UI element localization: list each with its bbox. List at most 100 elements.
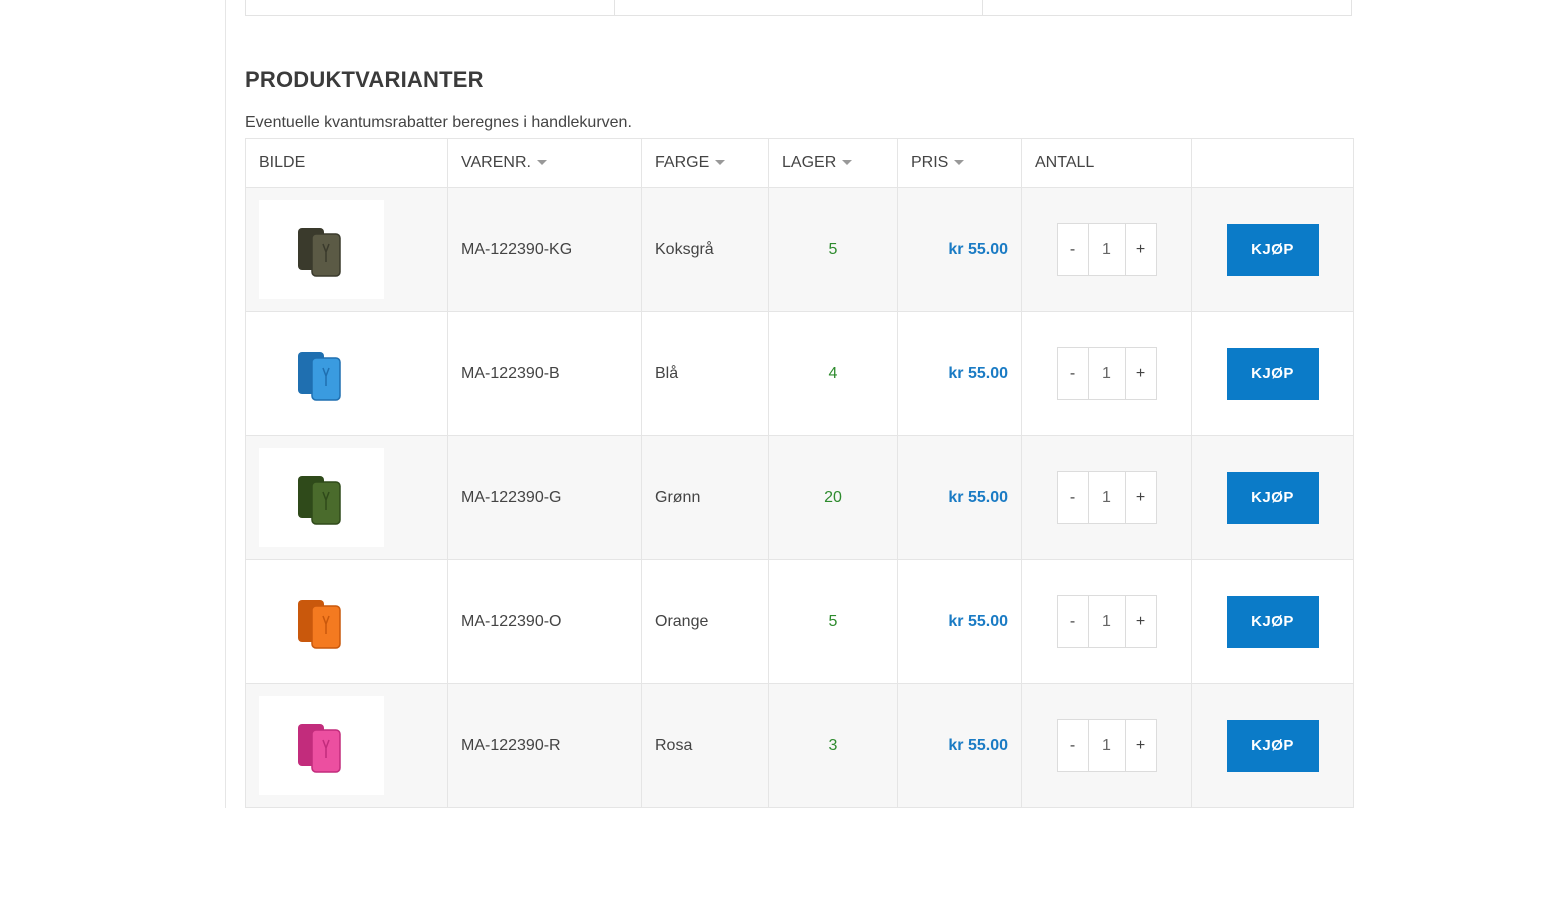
header-price[interactable]: PRIS: [897, 138, 1022, 188]
variant-rows: MA-122390-KGKoksgrå5kr 55.00-+KJØPMA-122…: [245, 187, 1354, 808]
header-quantity-label: ANTALL: [1035, 154, 1095, 171]
quantity-stepper: -+: [1056, 595, 1157, 648]
table-row: MA-122390-GGrønn20kr 55.00-+KJØP: [245, 435, 1354, 560]
quantity-stepper: -+: [1056, 347, 1157, 400]
price-cell: kr 55.00: [897, 311, 1022, 436]
stock-cell: 20: [768, 435, 898, 560]
quantity-stepper: -+: [1056, 471, 1157, 524]
increase-quantity-button[interactable]: +: [1126, 472, 1156, 523]
sku-cell: MA-122390-R: [447, 683, 642, 808]
buy-button[interactable]: KJØP: [1226, 223, 1319, 276]
decrease-quantity-button[interactable]: -: [1058, 224, 1088, 275]
product-image[interactable]: [259, 696, 384, 795]
discount-note: Eventuelle kvantumsrabatter beregnes i h…: [245, 114, 632, 131]
stock-cell: 5: [768, 187, 898, 312]
header-sku-label[interactable]: VARENR.: [461, 154, 531, 171]
quantity-input[interactable]: [1087, 348, 1126, 399]
decrease-quantity-button[interactable]: -: [1058, 596, 1088, 647]
stock-cell: 5: [768, 559, 898, 684]
previous-table-cell: [983, 0, 1351, 15]
product-image-cell: [245, 435, 448, 560]
quantity-cell: -+: [1021, 435, 1192, 560]
quantity-input[interactable]: [1087, 224, 1126, 275]
product-image[interactable]: [259, 324, 384, 423]
header-stock[interactable]: LAGER: [768, 138, 898, 188]
sku-cell: MA-122390-O: [447, 559, 642, 684]
quantity-cell: -+: [1021, 683, 1192, 808]
stock-cell: 3: [768, 683, 898, 808]
quantity-input[interactable]: [1087, 472, 1126, 523]
sku-cell: MA-122390-KG: [447, 187, 642, 312]
quantity-input[interactable]: [1087, 596, 1126, 647]
card-holder-icon: [297, 351, 341, 401]
table-row: MA-122390-BBlå4kr 55.00-+KJØP: [245, 311, 1354, 436]
increase-quantity-button[interactable]: +: [1126, 596, 1156, 647]
action-cell: KJØP: [1191, 683, 1354, 808]
price-cell: kr 55.00: [897, 435, 1022, 560]
card-holder-icon: [297, 599, 341, 649]
quantity-stepper: -+: [1056, 719, 1157, 772]
product-image-cell: [245, 683, 448, 808]
header-price-label[interactable]: PRIS: [911, 154, 948, 171]
card-holder-icon: [297, 227, 341, 277]
quantity-stepper: -+: [1056, 223, 1157, 276]
sort-caret-icon[interactable]: [715, 160, 726, 166]
page: PRODUKTVARIANTER Eventuelle kvantumsraba…: [0, 0, 1553, 898]
sort-caret-icon[interactable]: [536, 160, 547, 166]
content-left-border: [225, 0, 226, 808]
header-color-label[interactable]: FARGE: [655, 154, 709, 171]
header-stock-label[interactable]: LAGER: [782, 154, 836, 171]
buy-button[interactable]: KJØP: [1226, 595, 1319, 648]
table-row: MA-122390-RRosa3kr 55.00-+KJØP: [245, 683, 1354, 808]
increase-quantity-button[interactable]: +: [1126, 720, 1156, 771]
color-cell: Blå: [641, 311, 769, 436]
header-image: BILDE: [245, 138, 448, 188]
decrease-quantity-button[interactable]: -: [1058, 472, 1088, 523]
action-cell: KJØP: [1191, 435, 1354, 560]
price-cell: kr 55.00: [897, 187, 1022, 312]
quantity-cell: -+: [1021, 559, 1192, 684]
color-cell: Rosa: [641, 683, 769, 808]
decrease-quantity-button[interactable]: -: [1058, 348, 1088, 399]
product-image-cell: [245, 559, 448, 684]
sku-cell: MA-122390-G: [447, 435, 642, 560]
quantity-cell: -+: [1021, 187, 1192, 312]
buy-button[interactable]: KJØP: [1226, 347, 1319, 400]
decrease-quantity-button[interactable]: -: [1058, 720, 1088, 771]
header-sku[interactable]: VARENR.: [447, 138, 642, 188]
buy-button[interactable]: KJØP: [1226, 471, 1319, 524]
buy-button[interactable]: KJØP: [1226, 719, 1319, 772]
sort-caret-icon[interactable]: [954, 160, 965, 166]
section-title: PRODUKTVARIANTER: [245, 67, 484, 92]
product-image[interactable]: [259, 448, 384, 547]
product-image-cell: [245, 311, 448, 436]
color-cell: Grønn: [641, 435, 769, 560]
quantity-cell: -+: [1021, 311, 1192, 436]
previous-table-bottom: [245, 0, 1352, 16]
header-color[interactable]: FARGE: [641, 138, 769, 188]
action-cell: KJØP: [1191, 559, 1354, 684]
sku-cell: MA-122390-B: [447, 311, 642, 436]
color-cell: Koksgrå: [641, 187, 769, 312]
card-holder-icon: [297, 475, 341, 525]
product-image[interactable]: [259, 200, 384, 299]
header-action: [1191, 138, 1354, 188]
product-image[interactable]: [259, 572, 384, 671]
color-cell: Orange: [641, 559, 769, 684]
quantity-input[interactable]: [1087, 720, 1126, 771]
card-holder-icon: [297, 723, 341, 773]
action-cell: KJØP: [1191, 187, 1354, 312]
action-cell: KJØP: [1191, 311, 1354, 436]
increase-quantity-button[interactable]: +: [1126, 348, 1156, 399]
table-header-row: BILDE VARENR. FARGE LAGER PRIS ANTALL: [245, 138, 1354, 188]
previous-table-cell: [246, 0, 615, 15]
increase-quantity-button[interactable]: +: [1126, 224, 1156, 275]
header-image-label: BILDE: [259, 154, 306, 171]
product-image-cell: [245, 187, 448, 312]
sort-caret-icon[interactable]: [842, 160, 853, 166]
previous-table-cell: [615, 0, 984, 15]
price-cell: kr 55.00: [897, 683, 1022, 808]
header-quantity: ANTALL: [1021, 138, 1192, 188]
table-row: MA-122390-OOrange5kr 55.00-+KJØP: [245, 559, 1354, 684]
price-cell: kr 55.00: [897, 559, 1022, 684]
